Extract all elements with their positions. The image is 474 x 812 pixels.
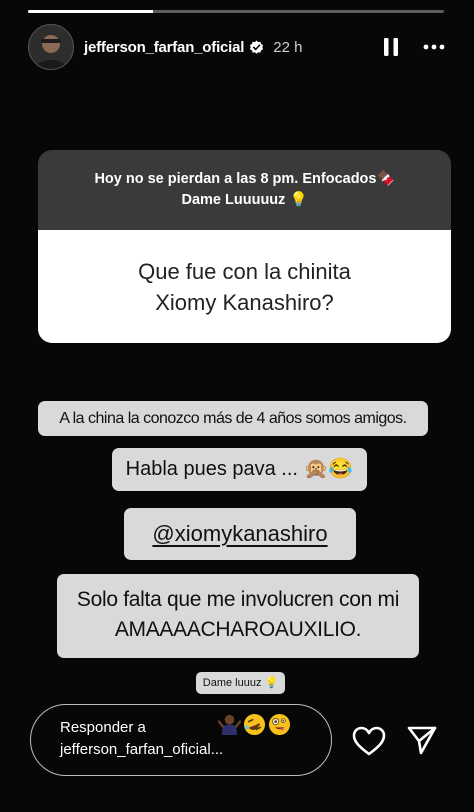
question-text-line: Que fue con la chinita [138,258,351,284]
more-options-icon[interactable] [422,35,446,59]
question-text-line: Xiomy Kanashiro? [155,289,334,315]
mention-sticker[interactable]: @xiomykanashiro [124,508,356,560]
caption-line: Solo falta que me involucren con mi [76,588,400,611]
username[interactable]: jefferson_farfan_oficial [84,39,244,56]
rolling-laughing-emoji[interactable] [243,713,266,736]
question-prompt-line: Hoy no se pierdan a las 8 pm. Enfocados🍫 [94,171,395,187]
reply-placeholder-line: jefferson_farfan_oficial... [60,741,224,758]
caption-bubble: Habla pues pava ... 🙊😂 [112,448,367,491]
caption-bubble: Solo falta que me involucren con mi AMAA… [57,574,419,658]
avatar[interactable] [28,24,74,70]
story-viewer: jefferson_farfan_oficial 22 h Hoy no se … [0,0,474,812]
question-answer: Que fue con la chinita Xiomy Kanashiro? [38,230,451,343]
quick-reaction-emojis [218,713,291,736]
mention-text[interactable]: @xiomykanashiro [152,521,327,546]
avatar-image [29,25,73,69]
verified-badge-icon [250,39,264,54]
story-progress-fill [28,10,153,13]
story-progress-bar [28,10,444,13]
zany-face-emoji[interactable] [268,713,291,736]
question-prompt: Hoy no se pierdan a las 8 pm. Enfocados🍫… [38,150,451,230]
small-caption: Dame luuuz 💡 [196,672,285,694]
story-timestamp: 22 h [273,38,303,56]
person-shrugging-emoji[interactable] [218,713,241,736]
send-icon[interactable] [406,724,438,756]
heart-icon[interactable] [352,725,386,757]
question-sticker: Hoy no se pierdan a las 8 pm. Enfocados🍫… [38,150,451,343]
pause-icon[interactable] [380,36,402,58]
caption-bubble: A la china la conozco más de 4 años somo… [38,401,428,436]
caption-line: AMAAAACHAROAUXILIO. [114,618,362,641]
reply-input[interactable]: Responder a jefferson_farfan_oficial... [30,704,332,776]
story-header: jefferson_farfan_oficial 22 h [28,24,446,70]
question-prompt-line: Dame Luuuuuz 💡 [181,192,308,208]
